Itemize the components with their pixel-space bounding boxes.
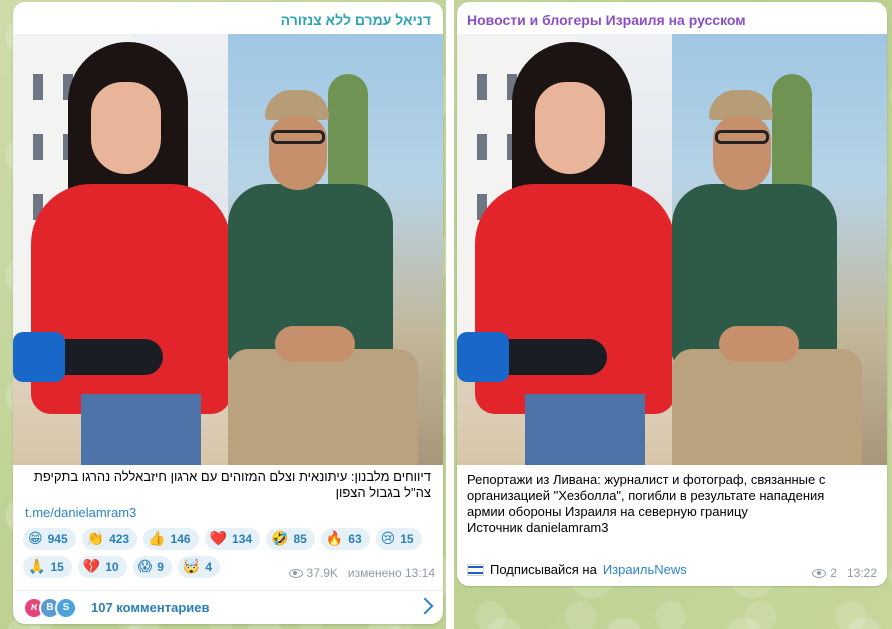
scream-emoji-icon: 😱 [137,559,153,575]
comments-count-label: 107 комментариев [91,600,210,615]
heart-emoji-icon: ❤️ [209,531,228,547]
reaction-chip[interactable]: 😱 9 [132,556,172,578]
photo-man [672,34,887,465]
message-photo[interactable] [13,34,443,465]
channel-name[interactable]: דניאל עמרם ללא צנזורה [25,12,431,28]
photo-man [228,34,443,465]
source-link[interactable]: t.me/danielamram3 [25,505,136,520]
avatar: S [55,596,77,619]
reaction-chip[interactable]: 😢 15 [375,528,422,550]
reaction-chip[interactable]: 😁 945 [23,528,76,550]
reaction-chip[interactable]: 👍 146 [143,528,199,550]
view-count: 37.9K [306,566,338,580]
israel-flag-icon [467,563,484,576]
commenter-avatars: א B S [23,596,77,619]
eye-icon [812,568,827,578]
reaction-chip[interactable]: 🔥 63 [320,528,370,550]
mic-logo [457,332,509,382]
rofl-emoji-icon: 🤣 [271,531,289,547]
edited-timestamp: изменено 13:14 [347,566,435,580]
message-card-right[interactable]: Новости и блогеры Израиля на русском Реп… [457,2,887,586]
photo-woman [13,34,231,465]
message-photo[interactable] [457,34,887,465]
comments-button[interactable]: א B S 107 комментариев [13,590,443,624]
message-meta: 37.9K изменено 13:14 [288,566,435,580]
reaction-chip[interactable]: 💔 10 [77,556,127,578]
channel-name[interactable]: Новости и блогеры Израиля на русском [467,12,746,28]
message-text: דיווחים מלבנון: עיתונאית וצלם המזוהים עם… [33,469,431,500]
reaction-chip[interactable]: 🙏 15 [23,556,72,578]
eye-icon [288,568,303,578]
reaction-chip[interactable]: ❤️ 134 [204,528,261,550]
timestamp: 13:22 [846,566,877,580]
photo-woman [457,34,675,465]
grin-emoji-icon: 😁 [28,531,43,547]
thumbs-up-emoji-icon: 👍 [148,531,166,547]
mic-logo [13,332,65,382]
message-text: Репортажи из Ливана: журналист и фотогра… [467,472,826,535]
subscribe-link[interactable]: ИзраильNews [603,562,687,577]
subscribe-line: Подписывайся на ИзраильNews [467,562,687,577]
pray-emoji-icon: 🙏 [28,559,46,575]
exploding-head-emoji-icon: 🤯 [182,559,201,575]
broken-heart-emoji-icon: 💔 [82,559,101,575]
reaction-chip[interactable]: 👏 423 [81,528,138,550]
cry-emoji-icon: 😢 [380,531,396,547]
reaction-chip[interactable]: 🤣 85 [266,528,315,550]
reaction-chip[interactable]: 🤯 4 [177,556,221,578]
clap-emoji-icon: 👏 [86,531,105,547]
column-divider [446,0,454,629]
chevron-right-icon [416,597,434,615]
message-meta: 2 13:22 [812,566,877,580]
message-card-left[interactable]: דניאל עמרם ללא צנזורה דיווחים מלבנון: עי… [13,2,443,624]
view-count: 2 [830,566,837,580]
fire-emoji-icon: 🔥 [325,531,344,547]
